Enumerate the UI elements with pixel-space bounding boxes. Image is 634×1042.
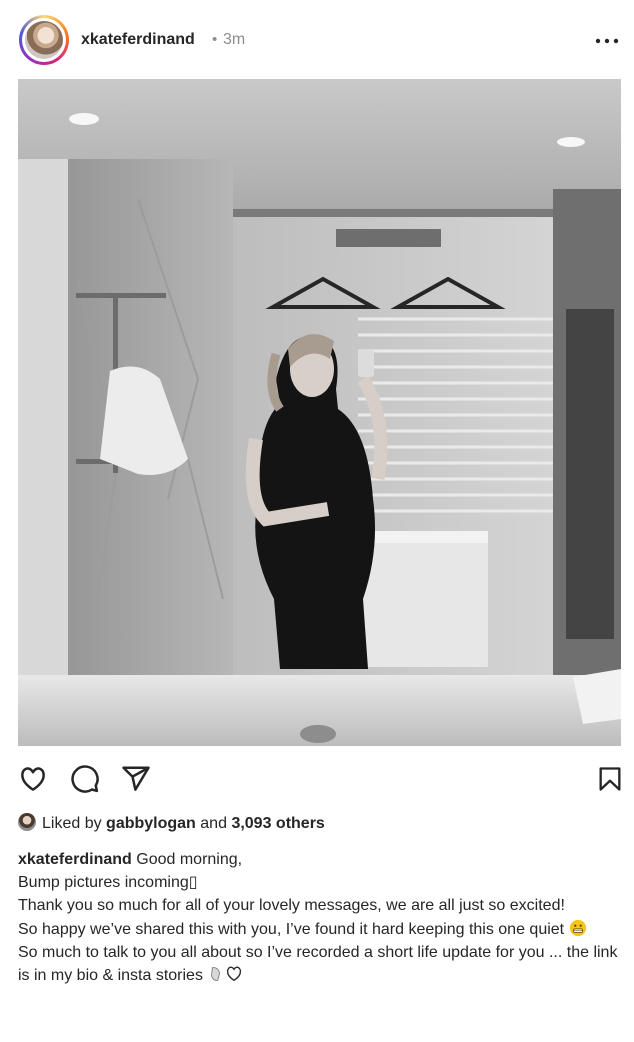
- heart-icon[interactable]: [18, 764, 48, 794]
- story-avatar[interactable]: [19, 15, 69, 65]
- caption-line: So much to talk to you all about so I’ve…: [18, 943, 618, 985]
- likes-summary[interactable]: Liked by gabbylogan and 3,093 others: [18, 813, 325, 835]
- post-header: xkateferdinand • 3m: [0, 0, 634, 80]
- bookmark-icon[interactable]: [596, 764, 624, 794]
- heart-emoji-icon: [227, 966, 242, 982]
- comment-icon[interactable]: [70, 764, 100, 794]
- post-caption: xkateferdinand Good morning, Bump pictur…: [18, 848, 624, 987]
- liker-avatar: [18, 813, 36, 831]
- likes-count[interactable]: 3,093 others: [231, 815, 324, 832]
- share-icon[interactable]: [121, 764, 151, 794]
- caption-line: Good morning,: [136, 851, 243, 868]
- grimacing-face-emoji-icon: [569, 919, 586, 936]
- liker-username[interactable]: gabbylogan: [106, 815, 196, 832]
- more-options-icon[interactable]: [595, 33, 619, 49]
- instagram-post: xkateferdinand • 3m Liked by gabbylogan …: [0, 0, 634, 1042]
- avatar: [25, 21, 63, 59]
- username-link[interactable]: xkateferdinand: [81, 31, 195, 49]
- likes-prefix: Liked by: [42, 815, 102, 832]
- clapper-emoji-icon: [211, 967, 221, 981]
- post-photo[interactable]: [18, 79, 621, 746]
- caption-username[interactable]: xkateferdinand: [18, 851, 132, 868]
- separator-dot: •: [212, 31, 218, 48]
- caption-line: Bump pictures incoming▯: [18, 874, 198, 892]
- caption-line: Thank you so much for all of your lovely…: [18, 897, 565, 915]
- likes-conjunction: and: [200, 815, 227, 832]
- bathroom-mirror-selfie-image: [18, 79, 621, 746]
- caption-line: So happy we’ve shared this with you, I’v…: [18, 920, 565, 938]
- post-timestamp: 3m: [223, 31, 246, 48]
